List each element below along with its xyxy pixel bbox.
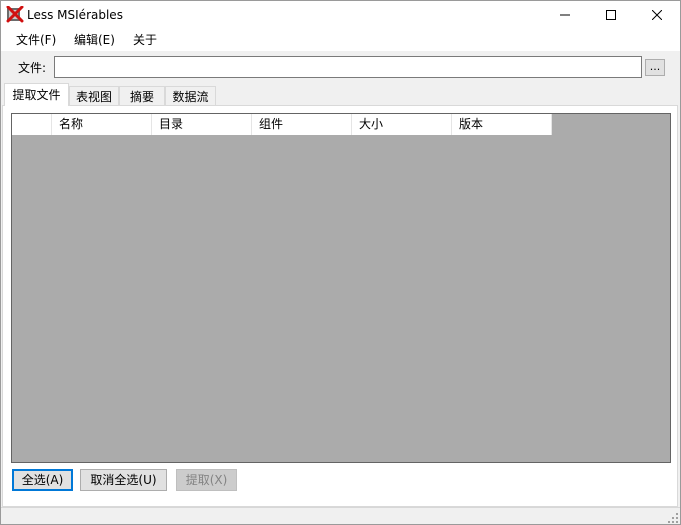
close-icon — [652, 10, 662, 20]
minimize-button[interactable] — [542, 1, 588, 29]
title-bar[interactable]: Less MSIérables — [1, 1, 680, 29]
app-icon — [6, 5, 24, 24]
extract-button: 提取(X) — [176, 469, 237, 491]
menu-file[interactable]: 文件(F) — [16, 32, 56, 48]
menu-bar: 文件(F) 编辑(E) 关于 — [1, 29, 680, 51]
maximize-icon — [606, 10, 616, 20]
close-button[interactable] — [634, 1, 680, 29]
status-bar — [1, 507, 680, 524]
tab-data-stream[interactable]: 数据流 — [165, 86, 216, 106]
maximize-button[interactable] — [588, 1, 634, 29]
column-header-component[interactable]: 组件 — [252, 114, 352, 135]
deselect-all-button[interactable]: 取消全选(U) — [80, 469, 167, 491]
file-path-input[interactable] — [54, 56, 642, 78]
file-list[interactable]: 名称 目录 组件 大小 版本 — [11, 113, 671, 463]
menu-about[interactable]: 关于 — [133, 32, 157, 48]
select-all-button[interactable]: 全选(A) — [12, 469, 73, 491]
tab-summary[interactable]: 摘要 — [119, 86, 165, 106]
column-header-size[interactable]: 大小 — [352, 114, 452, 135]
column-header-version[interactable]: 版本 — [452, 114, 552, 135]
column-header-name[interactable]: 名称 — [52, 114, 152, 135]
file-label: 文件: — [18, 61, 47, 75]
menu-edit[interactable]: 编辑(E) — [74, 32, 115, 48]
tab-extract-files[interactable]: 提取文件 — [4, 83, 69, 106]
column-header-checkbox[interactable] — [12, 114, 52, 135]
minimize-icon — [560, 14, 570, 16]
app-window: Less MSIérables 文件(F) 编辑(E) 关于 文件: ... 提… — [0, 0, 681, 525]
window-title: Less MSIérables — [27, 8, 123, 22]
column-header-directory[interactable]: 目录 — [152, 114, 252, 135]
tab-table-view[interactable]: 表视图 — [69, 86, 119, 106]
browse-button[interactable]: ... — [645, 59, 665, 76]
resize-grip-icon[interactable] — [668, 513, 678, 523]
list-header: 名称 目录 组件 大小 版本 — [12, 114, 552, 135]
